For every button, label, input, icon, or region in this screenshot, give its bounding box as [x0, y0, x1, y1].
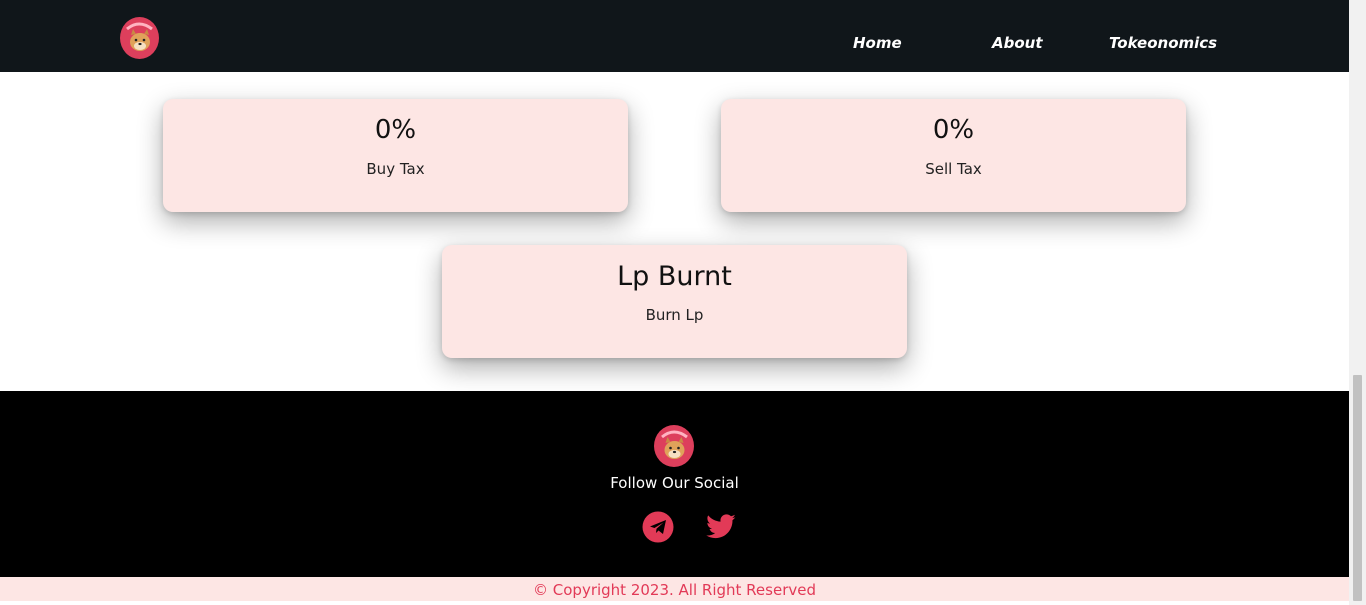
lp-burnt-label: Burn Lp [645, 306, 704, 324]
buy-tax-label: Buy Tax [366, 160, 425, 178]
buy-tax-card: 0% Buy Tax [163, 99, 628, 212]
vertical-scrollbar[interactable] [1349, 0, 1366, 605]
nav-link-about[interactable]: About [992, 34, 1043, 52]
footer-title: Follow Our Social [610, 474, 739, 492]
logo-icon[interactable] [120, 17, 159, 59]
telegram-icon[interactable] [642, 511, 676, 543]
footer: Follow Our Social [0, 391, 1349, 577]
top-navbar: Home About Tokeonomics [0, 0, 1349, 72]
twitter-icon[interactable] [704, 511, 738, 543]
copyright-text: © Copyright 2023. All Right Reserved [0, 577, 1349, 601]
nav-link-tokeonomics[interactable]: Tokeonomics [1109, 34, 1217, 52]
sell-tax-card: 0% Sell Tax [721, 99, 1186, 212]
nav-link-home[interactable]: Home [853, 34, 902, 52]
buy-tax-value: 0% [374, 115, 417, 145]
lp-burnt-card: Lp Burnt Burn Lp [442, 245, 907, 358]
scrollbar-thumb[interactable] [1353, 375, 1362, 601]
lp-burnt-value: Lp Burnt [617, 261, 732, 292]
sell-tax-value: 0% [932, 115, 975, 145]
footer-logo-icon [654, 425, 694, 467]
sell-tax-label: Sell Tax [925, 160, 982, 178]
